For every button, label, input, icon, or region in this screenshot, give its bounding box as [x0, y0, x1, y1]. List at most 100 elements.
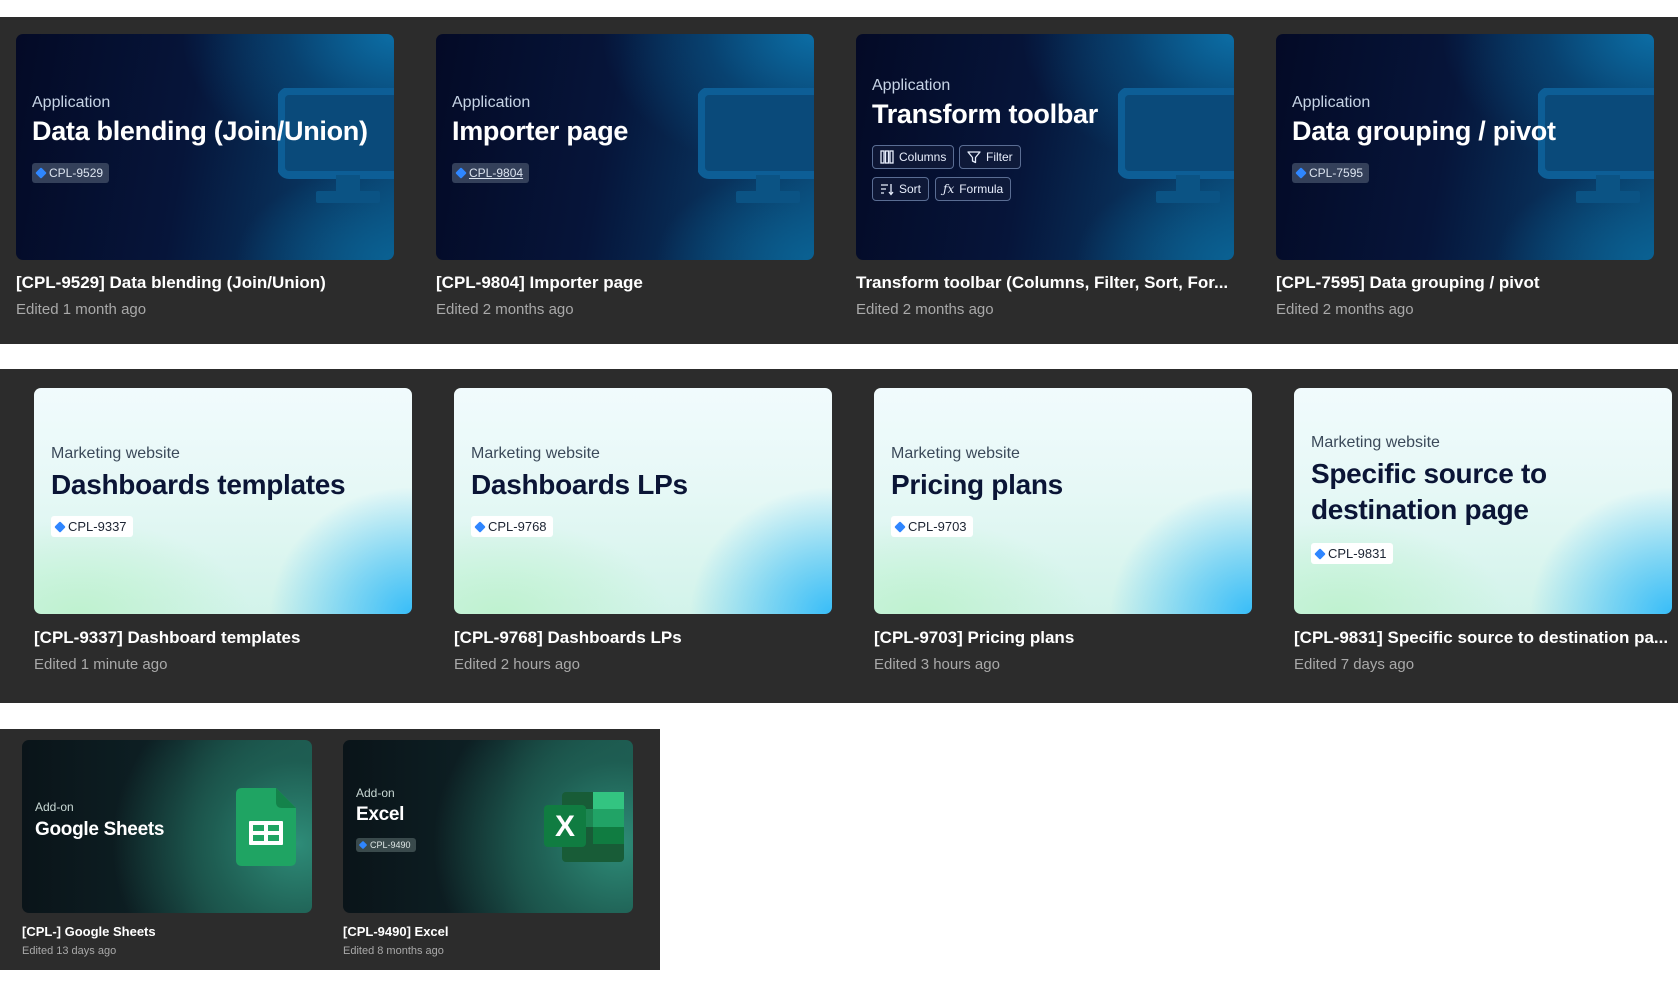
file-title: Transform toolbar (Columns, Filter, Sort… — [856, 273, 1229, 292]
addon-cards-row: Add-on Google Sheets [CPL-] Google Sheet… — [0, 729, 660, 970]
jira-icon — [455, 167, 467, 179]
file-thumbnail: Marketing website Pricing plans CPL-9703 — [874, 388, 1252, 614]
formula-icon: ƒx — [943, 182, 955, 196]
file-title: [CPL-9804] Importer page — [436, 273, 643, 292]
google-sheets-icon — [236, 788, 296, 866]
jira-tag-label: CPL-9831 — [1328, 546, 1387, 561]
file-title: [CPL-9529] Data blending (Join/Union) — [16, 273, 326, 292]
application-cards-row: Application Data blending (Join/Union) C… — [0, 17, 1678, 344]
toolbar-chip-columns: Columns — [872, 145, 955, 169]
file-edited-time: Edited 8 months ago — [343, 945, 444, 957]
monitor-icon — [1118, 88, 1234, 203]
toolbar-chip-filter: Filter — [959, 145, 1021, 169]
file-title: [CPL-9490] Excel — [343, 924, 449, 939]
file-edited-time: Edited 1 minute ago — [34, 656, 168, 673]
file-title: [CPL-7595] Data grouping / pivot — [1276, 273, 1540, 292]
jira-tag: CPL-9529 — [32, 163, 110, 183]
file-title: [CPL-] Google Sheets — [22, 924, 156, 939]
jira-tag-label: CPL-9490 — [370, 840, 411, 850]
file-card[interactable]: Marketing website Specific source to des… — [1294, 388, 1672, 678]
file-card[interactable]: Application Data blending (Join/Union) C… — [16, 34, 394, 324]
thumbnail-heading: Importer page — [452, 116, 629, 146]
thumbnail-heading: Google Sheets — [35, 819, 165, 840]
file-thumbnail: Application Data grouping / pivot CPL-75… — [1276, 34, 1654, 260]
thumbnail-heading-line-1: Specific source to — [1311, 458, 1547, 489]
file-edited-time: Edited 3 hours ago — [874, 656, 1000, 673]
thumbnail-kicker: Marketing website — [1311, 434, 1440, 451]
jira-tag-label: CPL-9703 — [908, 519, 967, 534]
file-thumbnail: Application Importer page CPL-9804 — [436, 34, 814, 260]
jira-icon — [474, 520, 486, 533]
file-edited-time: Edited 7 days ago — [1294, 656, 1415, 673]
jira-tag-label: CPL-7595 — [1309, 166, 1364, 180]
file-card[interactable]: Marketing website Dashboards templates C… — [34, 388, 412, 678]
toolbar-chip-formula: ƒx Formula — [935, 177, 1012, 201]
thumbnail-heading: Pricing plans — [891, 469, 1063, 500]
thumbnail-kicker: Marketing website — [891, 445, 1020, 462]
chip-label: Columns — [899, 150, 947, 164]
file-title: [CPL-9703] Pricing plans — [874, 628, 1075, 647]
jira-icon — [35, 167, 47, 179]
chip-label: Sort — [899, 182, 922, 196]
file-thumbnail: Marketing website Specific source to des… — [1294, 388, 1672, 614]
jira-tag-label: CPL-9529 — [49, 166, 104, 180]
thumbnail-heading: Transform toolbar — [872, 99, 1098, 129]
marketing-cards-row: Marketing website Dashboards templates C… — [0, 369, 1678, 703]
jira-tag: CPL-9703 — [891, 516, 973, 537]
thumbnail-kicker: Application — [872, 77, 951, 94]
monitor-icon — [278, 88, 394, 203]
jira-tag: CPL-9831 — [1311, 543, 1393, 564]
thumbnail-heading: Data blending (Join/Union) — [32, 116, 368, 146]
file-title: [CPL-9768] Dashboards LPs — [454, 628, 682, 647]
file-card[interactable]: Application Transform toolbar Columns Fi… — [856, 34, 1234, 324]
thumbnail-heading: Dashboards templates — [51, 469, 346, 500]
file-thumbnail: Application Data blending (Join/Union) C… — [16, 34, 394, 260]
thumbnail-heading: Dashboards LPs — [471, 469, 688, 500]
jira-tag-label: CPL-9337 — [68, 519, 127, 534]
monitor-icon — [698, 88, 814, 203]
file-edited-time: Edited 2 months ago — [436, 301, 574, 318]
thumbnail-kicker: Add-on — [35, 800, 74, 814]
file-title: [CPL-9831] Specific source to destinatio… — [1294, 628, 1669, 647]
file-edited-time: Edited 2 months ago — [856, 301, 994, 318]
filter-icon — [967, 151, 981, 164]
columns-icon — [880, 150, 894, 164]
thumbnail-kicker: Marketing website — [51, 445, 180, 462]
jira-tag: CPL-9804 — [452, 163, 530, 183]
thumbnail-kicker: Application — [1292, 94, 1371, 111]
file-card[interactable]: Application Data grouping / pivot CPL-75… — [1276, 34, 1654, 324]
jira-icon — [1314, 547, 1326, 560]
file-thumbnail: Add-on Google Sheets — [22, 740, 312, 913]
jira-icon — [1295, 167, 1307, 179]
thumbnail-kicker: Application — [32, 94, 111, 111]
thumbnail-heading-line-2: destination page — [1311, 494, 1529, 525]
file-edited-time: Edited 1 month ago — [16, 301, 147, 318]
jira-tag: CPL-7595 — [1292, 163, 1370, 183]
monitor-icon — [1538, 88, 1654, 203]
jira-tag: CPL-9490 — [356, 838, 416, 852]
excel-icon: X — [544, 792, 624, 862]
toolbar-chip-sort: Sort — [872, 177, 930, 201]
thumbnail-heading: Data grouping / pivot — [1292, 116, 1556, 146]
file-card[interactable]: Marketing website Dashboards LPs CPL-976… — [454, 388, 832, 678]
file-thumbnail: Marketing website Dashboards LPs CPL-976… — [454, 388, 832, 614]
jira-tag-label: CPL-9804 — [469, 166, 524, 180]
file-edited-time: Edited 13 days ago — [22, 945, 117, 957]
file-card[interactable]: Application Importer page CPL-9804 [CPL-… — [436, 34, 814, 324]
file-thumbnail: Add-on Excel CPL-9490 X — [343, 740, 633, 913]
jira-tag-label: CPL-9768 — [488, 519, 547, 534]
thumbnail-kicker: Application — [452, 94, 531, 111]
file-card[interactable]: Add-on Google Sheets [CPL-] Google Sheet… — [22, 740, 312, 960]
file-card[interactable]: Add-on Excel CPL-9490 X [CPL-9490] Excel… — [343, 740, 633, 960]
file-thumbnail: Marketing website Dashboards templates C… — [34, 388, 412, 614]
jira-icon — [894, 520, 906, 533]
file-thumbnail: Application Transform toolbar Columns Fi… — [856, 34, 1234, 260]
file-title: [CPL-9337] Dashboard templates — [34, 628, 301, 647]
jira-tag: CPL-9768 — [471, 516, 553, 537]
chip-label: Filter — [986, 150, 1013, 164]
file-card[interactable]: Marketing website Pricing plans CPL-9703… — [874, 388, 1252, 678]
sort-icon — [881, 184, 894, 196]
thumbnail-heading: Excel — [356, 804, 405, 825]
file-edited-time: Edited 2 months ago — [1276, 301, 1414, 318]
chip-label: Formula — [959, 182, 1004, 196]
